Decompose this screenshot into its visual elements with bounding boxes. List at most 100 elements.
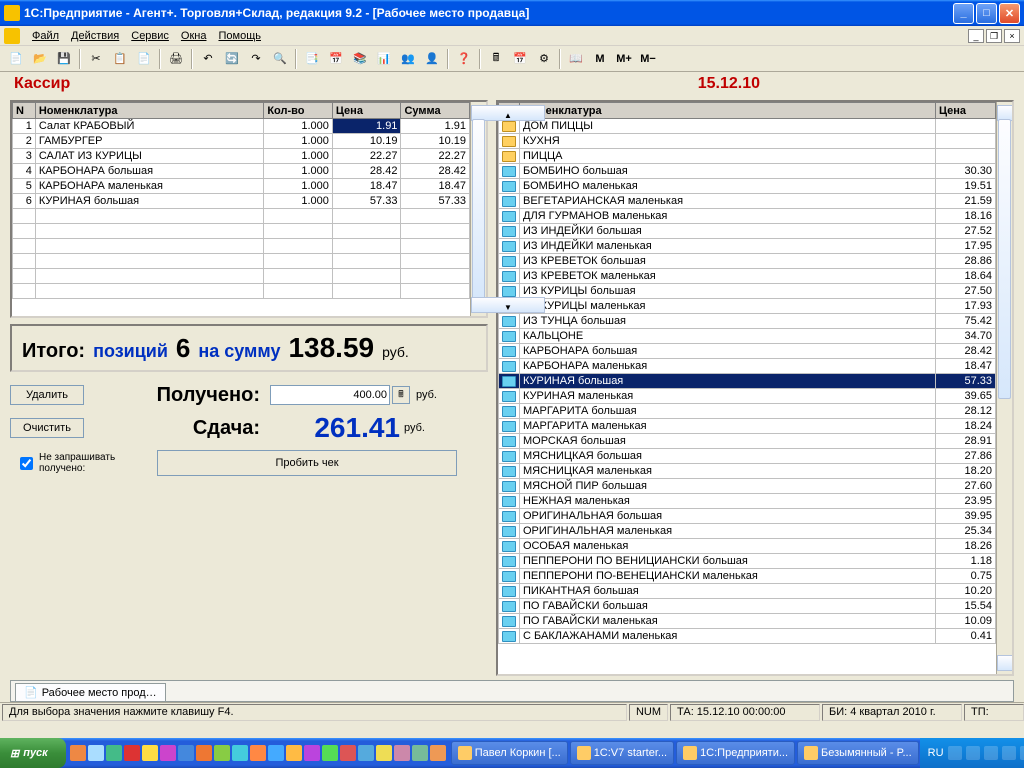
minimize-button[interactable]: _ xyxy=(953,3,974,24)
tray-lang[interactable]: RU xyxy=(928,747,944,759)
table-row[interactable]: 1Салат КРАБОВЫЙ1.0001.911.91 xyxy=(13,119,470,134)
table-row[interactable]: 3САЛАТ ИЗ КУРИЦЫ1.00022.2722.27 xyxy=(13,149,470,164)
ql-icon[interactable] xyxy=(286,745,302,761)
table-row[interactable] xyxy=(13,224,470,239)
menu-help[interactable]: Помощь xyxy=(218,30,261,42)
list-item[interactable]: ИЗ ИНДЕЙКИ большая27.52 xyxy=(499,224,996,239)
list-item[interactable]: МОРСКАЯ большая28.91 xyxy=(499,434,996,449)
list-item[interactable]: КУХНЯ xyxy=(499,134,996,149)
tb-user-icon[interactable]: 👤 xyxy=(421,48,443,70)
col-n[interactable]: N xyxy=(13,103,36,119)
list-item[interactable]: МЯСНОЙ ПИР большая27.60 xyxy=(499,479,996,494)
mdi-close-button[interactable]: × xyxy=(1004,29,1020,43)
list-item[interactable]: МЯСНИЦКАЯ большая27.86 xyxy=(499,449,996,464)
list-item[interactable]: КАРБОНАРА маленькая18.47 xyxy=(499,359,996,374)
list-item[interactable]: ОРИГИНАЛЬНАЯ большая39.95 xyxy=(499,509,996,524)
tb-save-icon[interactable]: 💾 xyxy=(53,48,75,70)
menu-actions[interactable]: Действия xyxy=(71,30,119,42)
ql-icon[interactable] xyxy=(88,745,104,761)
table-row[interactable]: 4КАРБОНАРА большая1.00028.4228.42 xyxy=(13,164,470,179)
ql-icon[interactable] xyxy=(214,745,230,761)
ql-icon[interactable] xyxy=(160,745,176,761)
mdi-minimize-button[interactable]: _ xyxy=(968,29,984,43)
tb-prop-icon[interactable]: ⚙ xyxy=(533,48,555,70)
list-item[interactable]: ИЗ КУРИЦЫ большая27.50 xyxy=(499,284,996,299)
col-qty[interactable]: Кол-во xyxy=(264,103,333,119)
table-row[interactable] xyxy=(13,209,470,224)
punch-button[interactable]: Пробить чек xyxy=(157,450,457,476)
list-item[interactable]: ДОМ ПИЦЦЫ xyxy=(499,119,996,134)
list-item[interactable]: БОМБИНО маленькая19.51 xyxy=(499,179,996,194)
list-item[interactable]: ИЗ КУРИЦЫ маленькая17.93 xyxy=(499,299,996,314)
tb-refresh-icon[interactable]: 🔄 xyxy=(221,48,243,70)
list-item[interactable]: ПЕППЕРОНИ ПО ВЕНИЦИАНСКИ большая1.18 xyxy=(499,554,996,569)
list-item[interactable]: МЯСНИЦКАЯ маленькая18.20 xyxy=(499,464,996,479)
list-item[interactable]: ПИЦЦА xyxy=(499,149,996,164)
table-row[interactable] xyxy=(13,239,470,254)
table-row[interactable]: 5КАРБОНАРА маленькая1.00018.4718.47 xyxy=(13,179,470,194)
receipt-scrollbar[interactable]: ▲ ▼ xyxy=(470,102,486,316)
cat-col-nomen[interactable]: Номенклатура xyxy=(520,103,936,119)
tb-mminus-button[interactable]: M− xyxy=(637,48,659,70)
tb-new-icon[interactable]: 📄 xyxy=(5,48,27,70)
start-button[interactable]: ⊞ пуск xyxy=(0,738,66,768)
tb-mplus-button[interactable]: M+ xyxy=(613,48,635,70)
ql-icon[interactable] xyxy=(124,745,140,761)
tb-calc-icon[interactable]: 🖩 xyxy=(485,48,507,70)
list-item[interactable]: ИЗ ТУНЦА большая75.42 xyxy=(499,314,996,329)
menu-file[interactable]: Файл xyxy=(32,30,59,42)
delete-button[interactable]: Удалить xyxy=(10,385,84,405)
tab-workplace[interactable]: 📄 Рабочее место прод… xyxy=(15,683,166,701)
dont-ask-checkbox[interactable] xyxy=(20,457,33,470)
mdi-restore-button[interactable]: ❐ xyxy=(986,29,1002,43)
ql-icon[interactable] xyxy=(430,745,446,761)
tb-undo-icon[interactable]: ↶ xyxy=(197,48,219,70)
tray-icon[interactable] xyxy=(948,746,962,760)
list-item[interactable]: ДЛЯ ГУРМАНОВ маленькая18.16 xyxy=(499,209,996,224)
list-item[interactable]: КАЛЬЦОНЕ34.70 xyxy=(499,329,996,344)
tb-open-icon[interactable]: 📂 xyxy=(29,48,51,70)
ql-icon[interactable] xyxy=(250,745,266,761)
ql-icon[interactable] xyxy=(106,745,122,761)
taskbar-button[interactable]: Безымянный - P... xyxy=(797,741,919,765)
ql-icon[interactable] xyxy=(358,745,374,761)
tb-catalog-icon[interactable]: 📚 xyxy=(349,48,371,70)
tray-icon[interactable] xyxy=(1020,746,1024,760)
tb-book-icon[interactable]: 📖 xyxy=(565,48,587,70)
receipt-grid[interactable]: N Номенклатура Кол-во Цена Сумма 1Салат … xyxy=(10,100,488,318)
col-sum[interactable]: Сумма xyxy=(401,103,470,119)
tb-journal-icon[interactable]: 📑 xyxy=(301,48,323,70)
catalog-grid[interactable]: Номенклатура Цена ДОМ ПИЦЦЫКУХНЯПИЦЦА БОМ… xyxy=(496,100,1014,676)
col-price[interactable]: Цена xyxy=(332,103,401,119)
tb-date-icon[interactable]: 📅 xyxy=(509,48,531,70)
list-item[interactable]: ПО ГАВАЙСКИ большая15.54 xyxy=(499,599,996,614)
ql-icon[interactable] xyxy=(268,745,284,761)
tb-find-icon[interactable]: 🔍 xyxy=(269,48,291,70)
ql-icon[interactable] xyxy=(196,745,212,761)
table-row[interactable] xyxy=(13,254,470,269)
ql-icon[interactable] xyxy=(322,745,338,761)
tb-report-icon[interactable]: 📊 xyxy=(373,48,395,70)
list-item[interactable]: МАРГАРИТА большая28.12 xyxy=(499,404,996,419)
list-item[interactable]: ПЕППЕРОНИ ПО-ВЕНЕЦИАНСКИ маленькая0.75 xyxy=(499,569,996,584)
tb-users-icon[interactable]: 👥 xyxy=(397,48,419,70)
clear-button[interactable]: Очистить xyxy=(10,418,84,438)
ql-icon[interactable] xyxy=(142,745,158,761)
tb-calendar-icon[interactable]: 📅 xyxy=(325,48,347,70)
ql-icon[interactable] xyxy=(376,745,392,761)
list-item[interactable]: КАРБОНАРА большая28.42 xyxy=(499,344,996,359)
ql-icon[interactable] xyxy=(178,745,194,761)
list-item[interactable]: КУРИНАЯ большая57.33 xyxy=(499,374,996,389)
list-item[interactable]: ОРИГИНАЛЬНАЯ маленькая25.34 xyxy=(499,524,996,539)
taskbar-button[interactable]: Павел Коркин [... xyxy=(451,741,568,765)
taskbar-button[interactable]: 1С:Предприяти... xyxy=(676,741,795,765)
ql-icon[interactable] xyxy=(394,745,410,761)
table-row[interactable]: 2ГАМБУРГЕР1.00010.1910.19 xyxy=(13,134,470,149)
received-input[interactable] xyxy=(270,385,390,405)
list-item[interactable]: ПО ГАВАЙСКИ маленькая10.09 xyxy=(499,614,996,629)
list-item[interactable]: ИЗ КРЕВЕТОК большая28.86 xyxy=(499,254,996,269)
tb-m-button[interactable]: M xyxy=(589,48,611,70)
list-item[interactable]: ВЕГЕТАРИАНСКАЯ маленькая21.59 xyxy=(499,194,996,209)
cat-col-price[interactable]: Цена xyxy=(936,103,996,119)
ql-icon[interactable] xyxy=(304,745,320,761)
